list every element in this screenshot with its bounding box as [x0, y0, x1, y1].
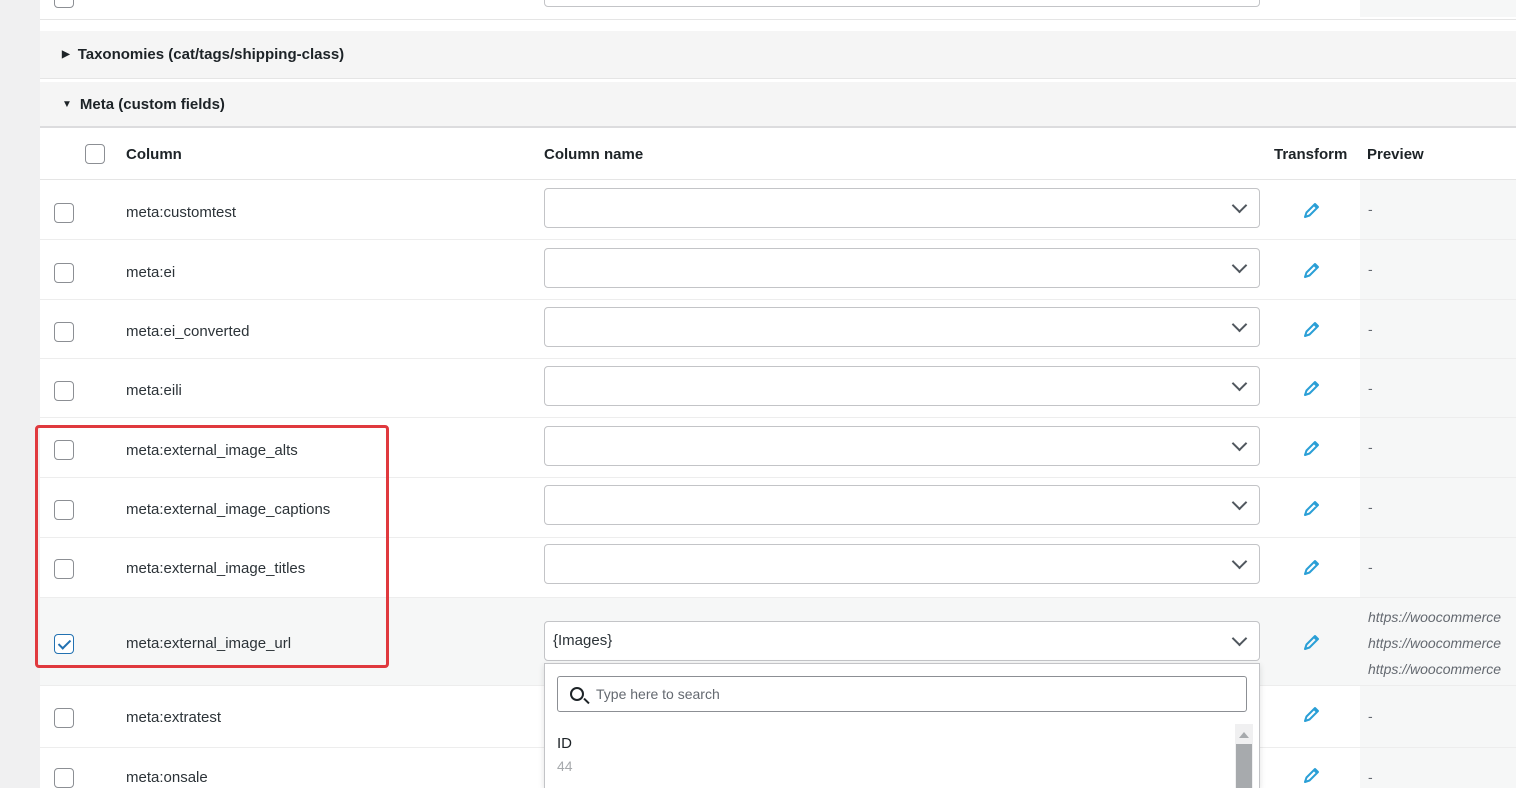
- column-key: meta:external_image_alts: [126, 442, 298, 459]
- row-checkbox[interactable]: [54, 559, 74, 579]
- chevron-down-icon: [1231, 375, 1248, 392]
- pencil-icon[interactable]: [1302, 632, 1322, 652]
- pencil-icon[interactable]: [1302, 319, 1322, 339]
- chevron-down-icon: [1231, 553, 1248, 570]
- pencil-icon[interactable]: [1302, 260, 1322, 280]
- column-name-select[interactable]: [544, 485, 1260, 525]
- row-checkbox[interactable]: [54, 768, 74, 788]
- header-preview: Preview: [1367, 146, 1424, 163]
- table-header: Column Column name Transform Preview: [40, 128, 1516, 180]
- column-key: meta:ei: [126, 264, 176, 281]
- column-key: meta:eili: [126, 382, 182, 399]
- row-checkbox[interactable]: [54, 322, 74, 342]
- taxonomies-section-title: Taxonomies (cat/tags/shipping-class): [77, 46, 345, 63]
- pencil-icon[interactable]: [1302, 704, 1322, 724]
- row-checkbox[interactable]: [54, 500, 74, 520]
- row-checkbox[interactable]: [54, 263, 74, 283]
- column-key: meta:onsale: [126, 769, 208, 786]
- column-name-select[interactable]: [544, 0, 1260, 7]
- dropdown-search-input[interactable]: Type here to search: [557, 676, 1247, 712]
- preview-cell: -: [1360, 180, 1516, 239]
- column-key: meta:ei_converted: [126, 323, 250, 340]
- pencil-icon[interactable]: [1302, 498, 1322, 518]
- table-row: meta:customtest -: [40, 180, 1516, 240]
- table-row: meta:eili -: [40, 359, 1516, 418]
- preview-cell: -: [1360, 686, 1516, 747]
- table-row: meta:ei_converted -: [40, 300, 1516, 359]
- preview-cell: -: [1360, 300, 1516, 358]
- taxonomies-section-toggle[interactable]: ▶ Taxonomies (cat/tags/shipping-class): [40, 31, 1516, 79]
- column-name-select[interactable]: [544, 248, 1260, 288]
- header-column: Column: [126, 146, 182, 163]
- meta-section-toggle[interactable]: ▼ Meta (custom fields): [40, 82, 1516, 128]
- pencil-icon[interactable]: [1302, 200, 1322, 220]
- search-placeholder: Type here to search: [596, 686, 720, 702]
- table-row: meta:external_image_alts -: [40, 418, 1516, 478]
- pencil-icon[interactable]: [1302, 378, 1322, 398]
- scrollbar-thumb[interactable]: [1236, 744, 1252, 788]
- caret-down-icon: ▼: [62, 98, 72, 110]
- chevron-down-icon: [1231, 494, 1248, 511]
- previous-row-fragment: [40, 0, 1516, 20]
- row-checkbox[interactable]: [54, 440, 74, 460]
- scroll-up-arrow-icon[interactable]: [1239, 732, 1249, 738]
- dropdown-option-value: 44: [557, 758, 573, 774]
- column-name-select[interactable]: [544, 307, 1260, 347]
- pencil-icon[interactable]: [1302, 765, 1322, 785]
- preview-cell: -: [1360, 748, 1516, 788]
- preview-cell: [1360, 0, 1516, 17]
- preview-cell: -: [1360, 478, 1516, 537]
- row-checkbox-checked[interactable]: [54, 634, 74, 654]
- chevron-down-icon: [1231, 316, 1248, 333]
- column-name-dropdown: Type here to search ID 44: [544, 663, 1260, 788]
- column-key: meta:external_image_titles: [126, 560, 306, 577]
- row-checkbox[interactable]: [54, 203, 74, 223]
- preview-cell: https://woocommerce https://woocommerce …: [1360, 598, 1516, 685]
- search-icon: [570, 687, 584, 701]
- table-row: meta:external_image_titles -: [40, 538, 1516, 598]
- row-checkbox[interactable]: [54, 0, 74, 8]
- chevron-down-icon: [1231, 435, 1248, 452]
- preview-cell: -: [1360, 240, 1516, 299]
- preview-line: https://woocommerce: [1368, 635, 1502, 651]
- header-column-name: Column name: [544, 146, 644, 163]
- column-key: meta:customtest: [126, 204, 237, 221]
- column-name-select[interactable]: [544, 188, 1260, 228]
- preview-cell: -: [1360, 359, 1516, 417]
- preview-line: https://woocommerce: [1368, 661, 1502, 677]
- column-name-select[interactable]: [544, 544, 1260, 584]
- preview-cell: -: [1360, 538, 1516, 597]
- column-name-select[interactable]: {Images}: [544, 621, 1260, 661]
- column-key: meta:extratest: [126, 709, 222, 726]
- preview-cell: -: [1360, 418, 1516, 477]
- dropdown-scrollbar[interactable]: [1235, 724, 1253, 788]
- column-key: meta:external_image_captions: [126, 501, 331, 518]
- select-all-checkbox[interactable]: [85, 144, 105, 164]
- select-value: {Images}: [553, 632, 613, 649]
- table-row: meta:ei -: [40, 240, 1516, 300]
- meta-section-title: Meta (custom fields): [79, 95, 225, 113]
- chevron-down-icon: [1231, 257, 1248, 274]
- row-checkbox[interactable]: [54, 381, 74, 401]
- pencil-icon[interactable]: [1302, 438, 1322, 458]
- column-name-select[interactable]: [544, 426, 1260, 466]
- header-transform: Transform: [1274, 146, 1348, 163]
- column-key: meta:external_image_url: [126, 635, 292, 652]
- dropdown-option-label[interactable]: ID: [557, 735, 572, 752]
- caret-right-icon: ▶: [62, 49, 70, 60]
- preview-line: https://woocommerce: [1368, 609, 1502, 625]
- column-name-select[interactable]: [544, 366, 1260, 406]
- chevron-down-icon: [1231, 197, 1248, 214]
- pencil-icon[interactable]: [1302, 557, 1322, 577]
- chevron-down-icon: [1231, 630, 1248, 647]
- row-checkbox[interactable]: [54, 708, 74, 728]
- table-row: meta:external_image_captions -: [40, 478, 1516, 538]
